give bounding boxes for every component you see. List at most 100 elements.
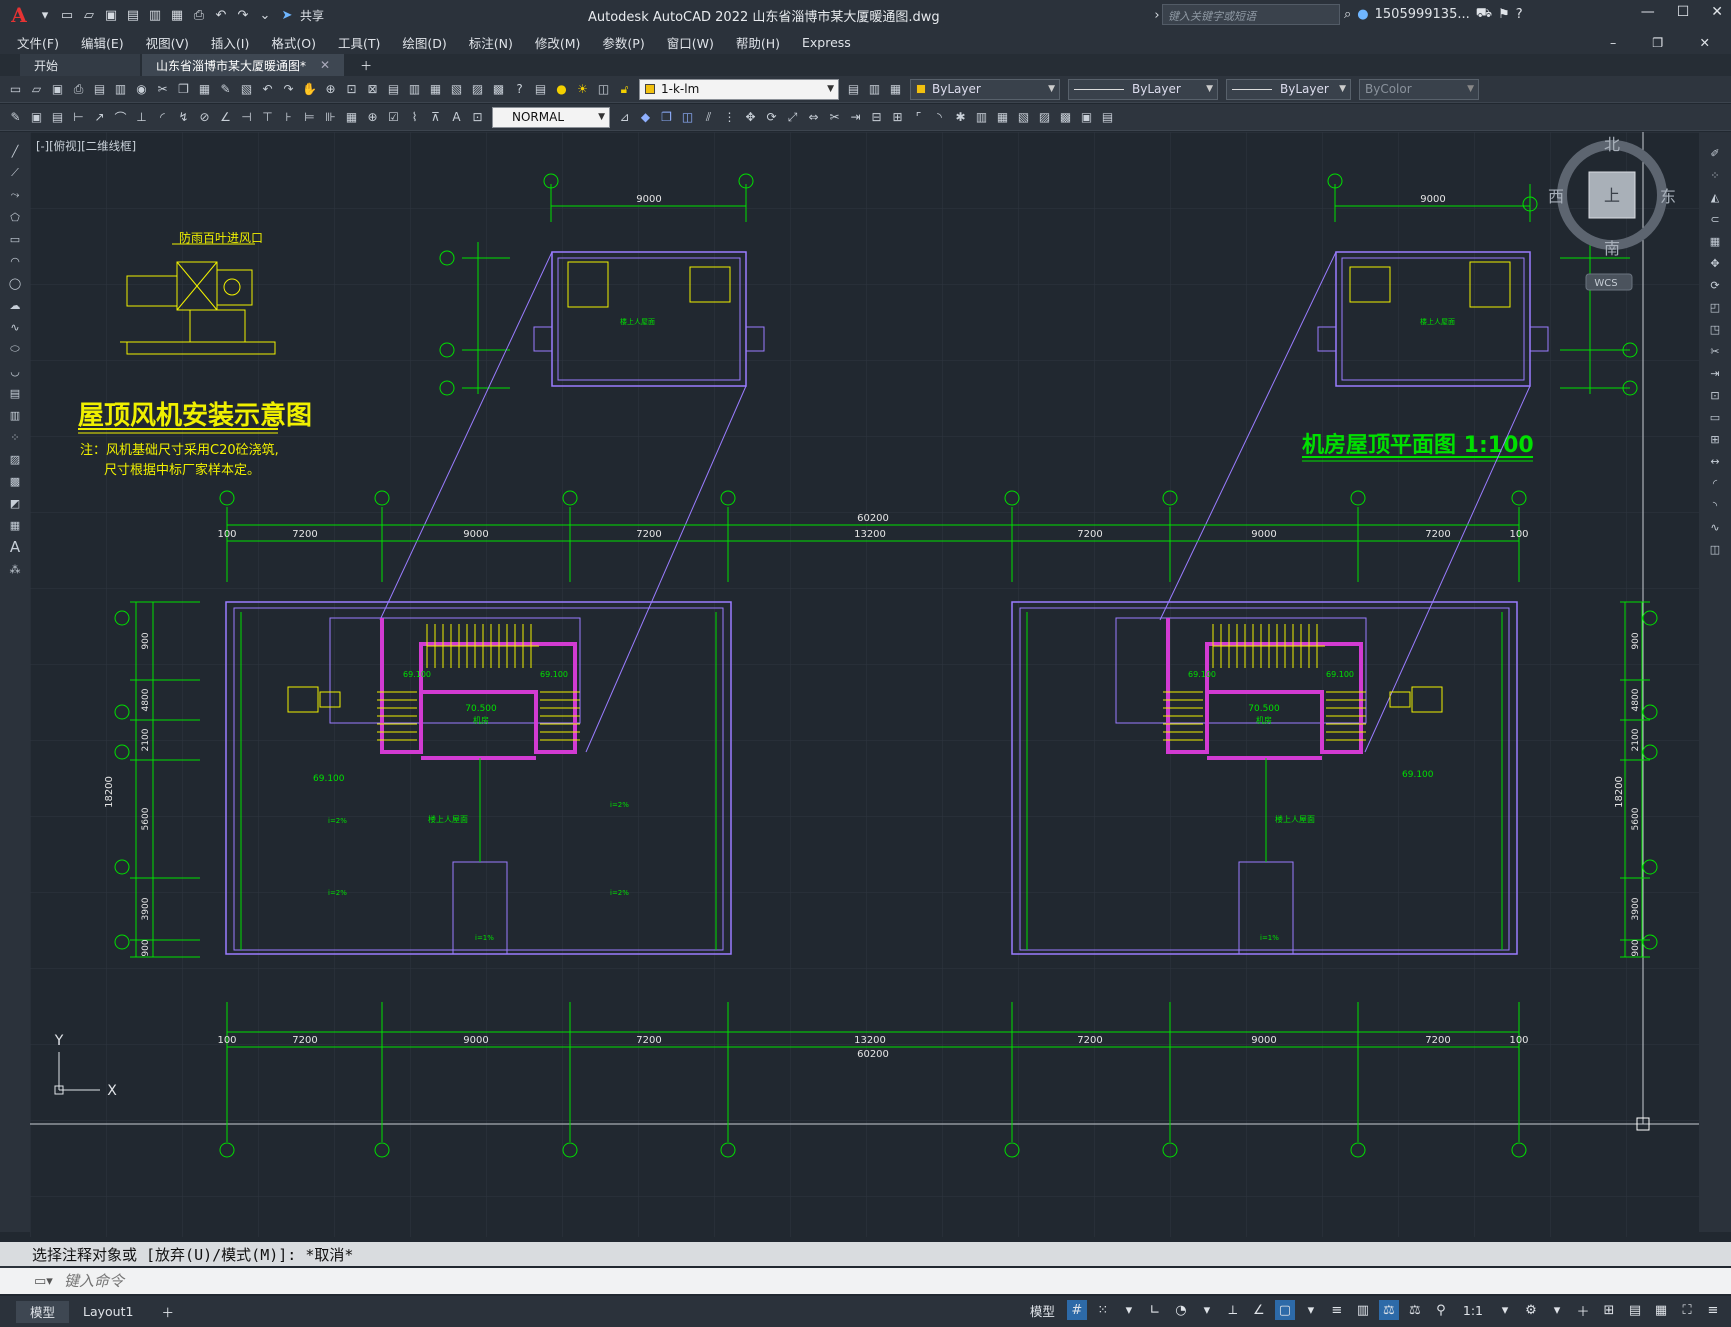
dim-style-manager-icon[interactable]: ⊿ <box>615 108 634 127</box>
bring-above-icon[interactable]: ▨ <box>1035 108 1054 127</box>
offset-icon[interactable]: ⊂ <box>1706 210 1724 228</box>
autodesk-app-icon[interactable]: ⚑ <box>1498 7 1510 22</box>
extend-icon[interactable]: ⇥ <box>846 108 865 127</box>
polyline-icon[interactable]: ⤳ <box>6 186 24 204</box>
save-web-icon[interactable]: ▦ <box>168 6 186 24</box>
color-dropdown[interactable]: ByLayer ▼ <box>910 78 1060 100</box>
layer-previous-icon[interactable]: ▥ <box>865 80 884 99</box>
quick-dim-icon[interactable]: ⊣ <box>237 108 256 127</box>
design-center-icon[interactable]: ▥ <box>405 80 424 99</box>
arc-icon[interactable]: ◠ <box>6 252 24 270</box>
mtext-icon[interactable]: A <box>6 538 24 556</box>
polygon-icon[interactable]: ⬠ <box>6 208 24 226</box>
polar-menu-icon[interactable]: ▾ <box>1197 1300 1217 1320</box>
redo-icon[interactable]: ↷ <box>234 6 252 24</box>
ordinate-icon[interactable]: ⊥ <box>132 108 151 127</box>
block-editor-icon[interactable]: ▧ <box>237 80 256 99</box>
cart-icon[interactable]: ⛟ <box>1476 6 1492 23</box>
chamfer-icon[interactable]: ⌜ <box>909 108 928 127</box>
smooth-icon[interactable]: ∿ <box>1706 518 1724 536</box>
menu-item-10[interactable]: 窗口(W) <box>656 33 725 52</box>
trim-icon[interactable]: ✂ <box>825 108 844 127</box>
menu-item-7[interactable]: 标注(N) <box>458 33 524 52</box>
join-icon[interactable]: ⊞ <box>1706 430 1724 448</box>
jogged-icon[interactable]: ↯ <box>174 108 193 127</box>
line-icon[interactable]: ╱ <box>6 142 24 160</box>
dim-break-icon[interactable]: ⊪ <box>321 108 340 127</box>
search-icon[interactable]: ⌕ <box>1344 7 1351 22</box>
dim-override-icon[interactable]: ▤ <box>48 108 67 127</box>
layout-tab-layout1[interactable]: Layout1 <box>69 1301 147 1323</box>
send-back-icon[interactable]: ▧ <box>1014 108 1033 127</box>
rotate-icon[interactable]: ⟳ <box>762 108 781 127</box>
zoom-realtime-icon[interactable]: ⊕ <box>321 80 340 99</box>
hatch-icon[interactable]: ▨ <box>6 450 24 468</box>
publish-icon[interactable]: ▥ <box>111 80 130 99</box>
save-icon[interactable]: ▣ <box>48 80 67 99</box>
make-block-icon[interactable]: ▥ <box>6 406 24 424</box>
open-file-icon[interactable]: ▱ <box>80 6 98 24</box>
doc-restore-icon[interactable]: ❐ <box>1641 35 1674 50</box>
rotate-icon[interactable]: ⟳ <box>1706 276 1724 294</box>
menu-item-3[interactable]: 插入(I) <box>200 33 260 52</box>
viewport-controls-label[interactable]: [-][俯视][二维线框] <box>36 138 136 154</box>
snap-icon[interactable]: ⁙ <box>1093 1300 1113 1320</box>
command-input[interactable] <box>64 1272 1564 1290</box>
zoom-window-icon[interactable]: ⊡ <box>342 80 361 99</box>
customize-quick-access-icon[interactable]: ⌄ <box>256 6 274 24</box>
erase-icon[interactable]: ◆ <box>636 108 655 127</box>
region-icon[interactable]: ◩ <box>6 494 24 512</box>
chamfer-icon[interactable]: ↔ <box>1706 452 1724 470</box>
dim-text-edit-icon[interactable]: A <box>447 108 466 127</box>
xline-icon[interactable]: ⟋ <box>6 164 24 182</box>
continue-icon[interactable]: ⊦ <box>279 108 298 127</box>
minimize-icon[interactable]: — <box>1641 4 1655 20</box>
trim-icon[interactable]: ✂ <box>1706 342 1724 360</box>
match-prop-icon[interactable]: ✎ <box>216 80 235 99</box>
new-tab-button[interactable]: ＋ <box>346 54 386 76</box>
snap-menu-icon[interactable]: ▾ <box>1119 1300 1139 1320</box>
redo-icon[interactable]: ↷ <box>279 80 298 99</box>
command-prompt-icon[interactable]: ▭▾ <box>34 1274 53 1289</box>
menu-item-11[interactable]: 帮助(H) <box>725 33 791 52</box>
spline-icon[interactable]: ∿ <box>6 318 24 336</box>
scale-icon[interactable]: ⤢ <box>783 108 802 127</box>
share-icon[interactable]: ➤ <box>278 6 296 24</box>
plot-icon[interactable]: ⎙ <box>69 80 88 99</box>
ellipse-arc-icon[interactable]: ◡ <box>6 362 24 380</box>
clean-screen-icon[interactable]: ⛶ <box>1677 1300 1697 1320</box>
rectangle-icon[interactable]: ▭ <box>6 230 24 248</box>
tolerance-icon[interactable]: ▦ <box>342 108 361 127</box>
ellipse-icon[interactable]: ⬭ <box>6 340 24 358</box>
transparency-icon[interactable]: ▥ <box>1353 1300 1373 1320</box>
new-layout-button[interactable]: ＋ <box>147 1301 188 1323</box>
move-icon[interactable]: ✥ <box>1706 254 1724 272</box>
preview-icon[interactable]: ▤ <box>90 80 109 99</box>
dim-space-icon[interactable]: ⊨ <box>300 108 319 127</box>
tab-close-icon[interactable]: ✕ <box>320 58 330 72</box>
graphics-performance-icon[interactable]: ▦ <box>1651 1300 1671 1320</box>
stretch-icon[interactable]: ⇔ <box>804 108 823 127</box>
radius-icon[interactable]: ◜ <box>153 108 172 127</box>
dim-style-icon[interactable]: ▣ <box>27 108 46 127</box>
fillet-icon[interactable]: ◝ <box>930 108 949 127</box>
linear-dim-icon[interactable]: ⊢ <box>69 108 88 127</box>
table-icon[interactable]: ▦ <box>6 516 24 534</box>
layer-vp-icon[interactable]: ◫ <box>594 80 613 99</box>
osnap-track-icon[interactable]: ∠ <box>1249 1300 1269 1320</box>
isodraft-icon[interactable]: ⟂ <box>1223 1300 1243 1320</box>
annotation-monitor-icon[interactable]: ＋ <box>1573 1300 1593 1320</box>
cut-icon[interactable]: ✂ <box>153 80 172 99</box>
bring-front-icon[interactable]: ▦ <box>993 108 1012 127</box>
model-space-button[interactable]: 模型 <box>1024 1301 1061 1320</box>
sheet-set-icon[interactable]: ▧ <box>447 80 466 99</box>
copy-obj-icon[interactable]: ❐ <box>657 108 676 127</box>
lineweight-icon[interactable]: ≡ <box>1327 1300 1347 1320</box>
layer-freeze-icon[interactable]: ☀ <box>573 80 592 99</box>
grid-icon[interactable]: # <box>1066 1300 1087 1320</box>
point-icon[interactable]: ⁘ <box>6 428 24 446</box>
array-icon[interactable]: ⋮ <box>720 108 739 127</box>
help-icon[interactable]: ? <box>1516 7 1523 22</box>
annotation-scale-icon[interactable]: ⚲ <box>1431 1300 1451 1320</box>
autocad-logo[interactable]: A <box>6 3 32 27</box>
